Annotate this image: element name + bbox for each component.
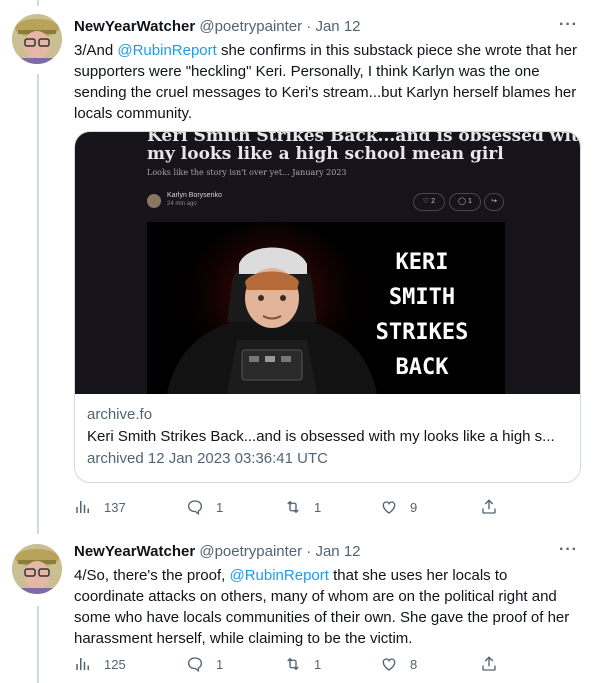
retweet-icon bbox=[287, 500, 299, 514]
share-icon bbox=[482, 656, 496, 671]
likes-pill: ♡ 2 bbox=[413, 193, 445, 211]
mention-link[interactable]: @RubinReport bbox=[117, 42, 216, 59]
reply-icon bbox=[187, 657, 203, 673]
poster-line-3: STRIKES bbox=[375, 320, 469, 345]
user-handle[interactable]: @poetrypainter bbox=[199, 18, 302, 35]
tweet-text: 4/So, there's the proof, @RubinReport th… bbox=[74, 565, 579, 649]
retweet-icon bbox=[287, 657, 299, 671]
like-icon bbox=[382, 658, 396, 671]
views-button[interactable]: 125 bbox=[74, 655, 126, 673]
tweet[interactable]: NewYearWatcher @poetrypainter · Jan 12 ·… bbox=[0, 530, 596, 683]
action-bar: 137 1 1 9 bbox=[74, 498, 579, 518]
share-pill: ↪ bbox=[484, 193, 504, 211]
card-domain: archive.fo bbox=[87, 406, 153, 423]
tweet-text: 3/And @RubinReport she confirms in this … bbox=[74, 40, 579, 124]
views-icon bbox=[76, 501, 89, 513]
author-time: 24 min ago bbox=[167, 201, 197, 207]
views-count: 137 bbox=[104, 499, 126, 515]
share-button[interactable] bbox=[480, 498, 510, 516]
comments-pill-count: 1 bbox=[467, 198, 472, 205]
like-button[interactable]: 8 bbox=[380, 655, 417, 673]
tweet-text-part: 3/And bbox=[74, 42, 118, 59]
article-subtitle: Looks like the story isn't over yet... J… bbox=[147, 168, 347, 177]
reply-button[interactable]: 1 bbox=[186, 655, 223, 673]
reply-button[interactable]: 1 bbox=[186, 498, 223, 516]
separator: · bbox=[306, 543, 312, 560]
author-name: Karlyn Borysenko bbox=[167, 192, 222, 199]
comments-pill: ◯ 1 bbox=[449, 193, 481, 211]
views-icon bbox=[76, 658, 89, 670]
link-card[interactable]: Keri Smith Strikes Back...and is obsesse… bbox=[74, 131, 581, 483]
retweet-count: 1 bbox=[314, 656, 322, 672]
poster-line-2: SMITH bbox=[388, 285, 456, 310]
card-title: Keri Smith Strikes Back...and is obsesse… bbox=[87, 428, 555, 445]
tweet-header: NewYearWatcher @poetrypainter · Jan 12 bbox=[74, 543, 361, 560]
reply-count: 1 bbox=[216, 656, 224, 672]
display-name[interactable]: NewYearWatcher bbox=[74, 18, 195, 35]
tweet-text-part: 4/So, there's the proof, bbox=[74, 567, 230, 584]
mention-link[interactable]: @RubinReport bbox=[229, 567, 328, 584]
likes-pill-count: 2 bbox=[431, 198, 436, 205]
poster-image: KERI SMITH STRIKES BACK bbox=[147, 222, 505, 394]
share-button[interactable] bbox=[480, 655, 510, 673]
retweet-button[interactable]: 1 bbox=[284, 498, 321, 516]
card-meta[interactable]: archive.fo Keri Smith Strikes Back...and… bbox=[75, 394, 580, 482]
like-button[interactable]: 9 bbox=[380, 498, 417, 516]
avatar[interactable] bbox=[12, 14, 62, 64]
reply-count: 1 bbox=[216, 499, 224, 515]
poster-line-4: BACK bbox=[395, 355, 449, 380]
like-count: 9 bbox=[410, 499, 418, 515]
poster-line-1: KERI bbox=[395, 250, 449, 275]
reply-icon bbox=[187, 500, 203, 516]
retweet-count: 1 bbox=[314, 499, 322, 515]
like-icon bbox=[382, 501, 396, 514]
more-icon[interactable]: ··· bbox=[559, 541, 578, 559]
article-title-line2: my looks like a high school mean girl bbox=[147, 144, 504, 164]
views-count: 125 bbox=[104, 656, 126, 672]
author-avatar bbox=[147, 194, 161, 208]
avatar[interactable] bbox=[12, 544, 62, 594]
like-count: 8 bbox=[410, 656, 418, 672]
tweet-header: NewYearWatcher @poetrypainter · Jan 12 bbox=[74, 18, 361, 35]
views-button[interactable]: 137 bbox=[74, 498, 126, 516]
tweet[interactable]: NewYearWatcher @poetrypainter · Jan 12 ·… bbox=[0, 0, 596, 530]
share-icon bbox=[482, 499, 496, 514]
tweet-date[interactable]: Jan 12 bbox=[315, 18, 360, 35]
more-icon[interactable]: ··· bbox=[559, 16, 578, 34]
tweet-date[interactable]: Jan 12 bbox=[315, 543, 360, 560]
card-archived: archived 12 Jan 2023 03:36:41 UTC bbox=[87, 450, 328, 467]
separator: · bbox=[306, 18, 312, 35]
action-bar: 125 1 1 8 bbox=[74, 655, 579, 675]
display-name[interactable]: NewYearWatcher bbox=[74, 543, 195, 560]
card-image[interactable]: Keri Smith Strikes Back...and is obsesse… bbox=[75, 132, 580, 394]
retweet-button[interactable]: 1 bbox=[284, 655, 321, 673]
user-handle[interactable]: @poetrypainter bbox=[199, 543, 302, 560]
